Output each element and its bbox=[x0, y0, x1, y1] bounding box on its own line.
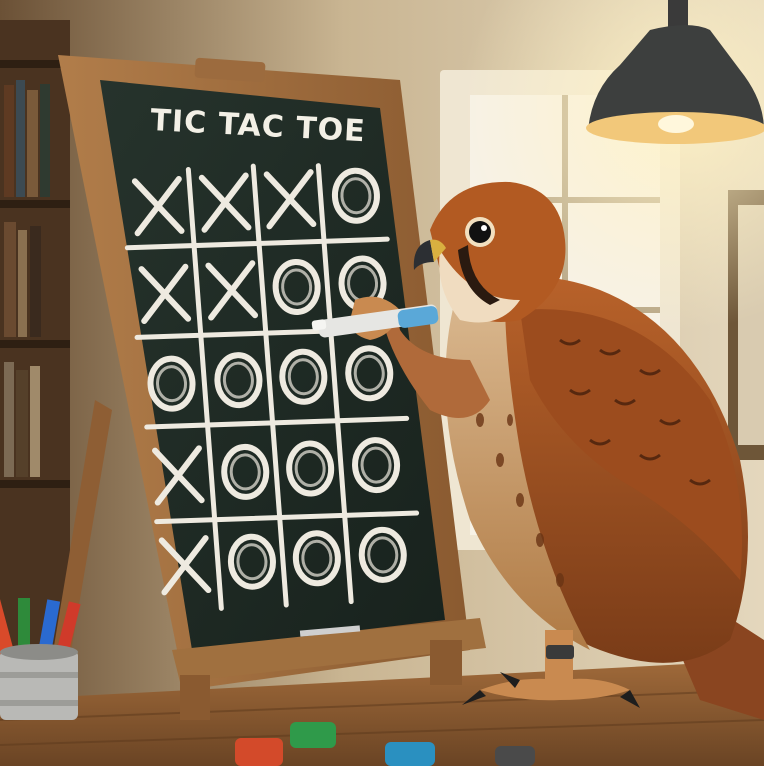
leg-band bbox=[546, 645, 574, 659]
kestrel-chalkboard-scene: TIC TAC TOE bbox=[0, 0, 764, 766]
bookshelf bbox=[0, 20, 70, 660]
scene-illustration: TIC TAC TOE bbox=[0, 0, 764, 766]
